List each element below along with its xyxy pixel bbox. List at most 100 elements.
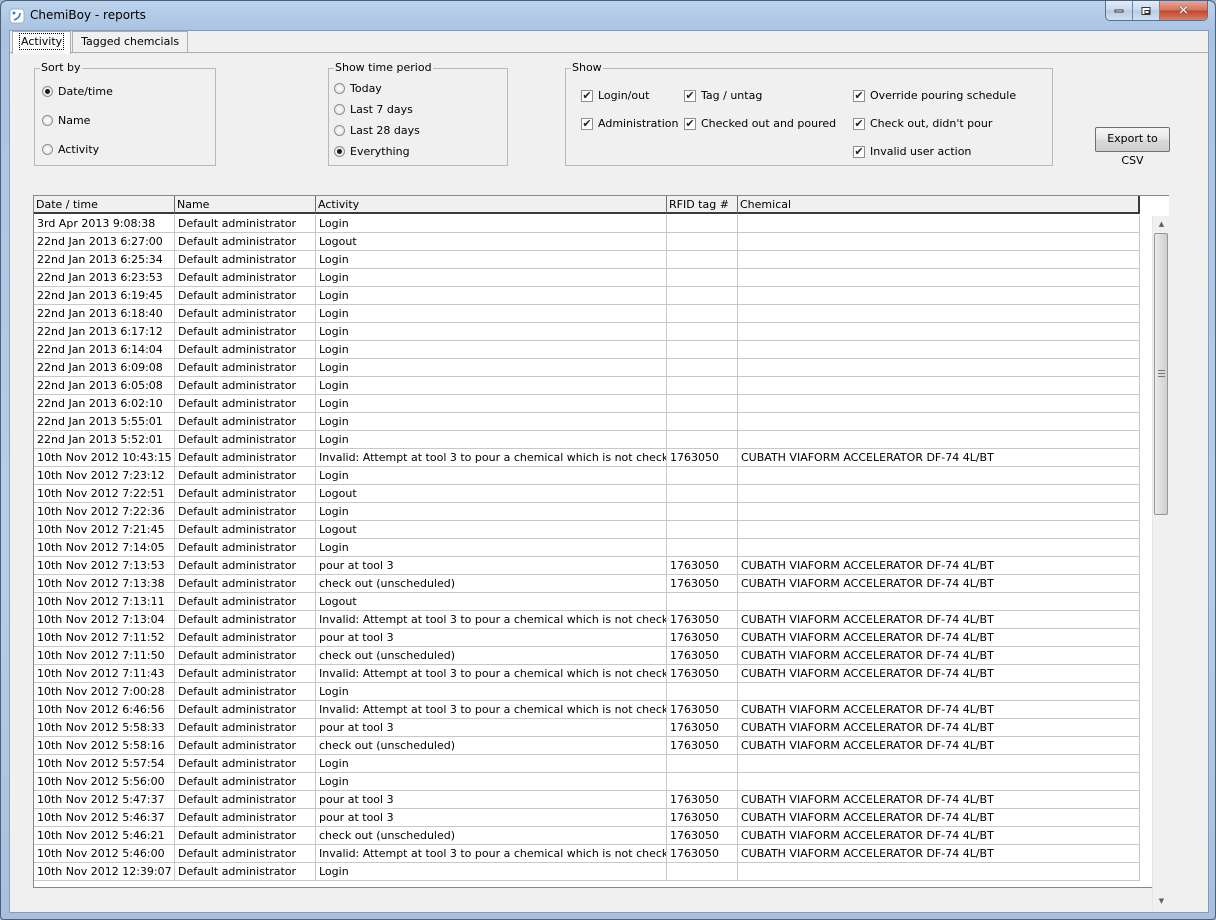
table-row[interactable]: 22nd Jan 2013 6:18:40 Default administrat… bbox=[34, 305, 1140, 323]
show-administration-checkbox[interactable]: ✔ Administration bbox=[581, 117, 679, 130]
sort-activity-radio[interactable]: Activity bbox=[42, 143, 99, 156]
table-row[interactable]: 10th Nov 2012 5:46:21 Default administrat… bbox=[34, 827, 1140, 845]
table-row[interactable]: 10th Nov 2012 7:13:38 Default administrat… bbox=[34, 575, 1140, 593]
cell-activity: check out (unscheduled) bbox=[316, 575, 667, 592]
table-row[interactable]: 10th Nov 2012 7:13:11 Default administrat… bbox=[34, 593, 1140, 611]
table-row[interactable]: 22nd Jan 2013 6:09:08 Default administrat… bbox=[34, 359, 1140, 377]
show-login-out-checkbox[interactable]: ✔ Login/out bbox=[581, 89, 649, 102]
table-row[interactable]: 10th Nov 2012 7:22:36 Default administrat… bbox=[34, 503, 1140, 521]
minimize-button[interactable] bbox=[1106, 1, 1133, 20]
table-row[interactable]: 3rd Apr 2013 9:08:38 Default administrato… bbox=[34, 215, 1140, 233]
show-invalid-action-checkbox[interactable]: ✔ Invalid user action bbox=[853, 145, 971, 158]
sort-name-radio[interactable]: Name bbox=[42, 114, 90, 127]
scroll-down-arrow-icon[interactable]: ▼ bbox=[1153, 893, 1170, 910]
table-row[interactable]: 22nd Jan 2013 6:23:53 Default administrat… bbox=[34, 269, 1140, 287]
cell-activity: Login bbox=[316, 431, 667, 448]
period-7days-label: Last 7 days bbox=[350, 103, 413, 116]
table-row[interactable]: 10th Nov 2012 7:22:51 Default administrat… bbox=[34, 485, 1140, 503]
cell-chemical bbox=[738, 539, 1138, 556]
show-checked-out-poured-checkbox[interactable]: ✔ Checked out and poured bbox=[684, 117, 836, 130]
table-row[interactable]: 22nd Jan 2013 6:17:12 Default administrat… bbox=[34, 323, 1140, 341]
maximize-button[interactable] bbox=[1133, 1, 1160, 20]
cell-datetime: 22nd Jan 2013 5:52:01 bbox=[34, 431, 175, 448]
checkbox-indicator: ✔ bbox=[684, 116, 696, 130]
cell-name: Default administrator bbox=[175, 719, 316, 736]
app-icon bbox=[9, 8, 25, 24]
period-today-radio[interactable]: Today bbox=[334, 82, 382, 95]
show-administration-label: Administration bbox=[598, 117, 679, 130]
table-row[interactable]: 10th Nov 2012 12:39:07 Default administra… bbox=[34, 863, 1140, 881]
table-row[interactable]: 10th Nov 2012 7:14:05 Default administrat… bbox=[34, 539, 1140, 557]
table-row[interactable]: 10th Nov 2012 7:11:50 Default administrat… bbox=[34, 647, 1140, 665]
show-legend: Show bbox=[571, 61, 603, 74]
cell-name: Default administrator bbox=[175, 683, 316, 700]
table-row[interactable]: 10th Nov 2012 5:46:00 Default administrat… bbox=[34, 845, 1140, 863]
cell-datetime: 22nd Jan 2013 6:09:08 bbox=[34, 359, 175, 376]
period-7days-radio[interactable]: Last 7 days bbox=[334, 103, 413, 116]
sort-activity-label: Activity bbox=[58, 143, 100, 156]
cell-rfid: 1763050 bbox=[667, 827, 738, 844]
column-header-activity[interactable]: Activity bbox=[316, 196, 667, 213]
table-row[interactable]: 10th Nov 2012 7:21:45 Default administrat… bbox=[34, 521, 1140, 539]
cell-datetime: 22nd Jan 2013 6:23:53 bbox=[34, 269, 175, 286]
close-button[interactable]: ✕ bbox=[1160, 1, 1207, 20]
table-row[interactable]: 10th Nov 2012 7:13:53 Default administrat… bbox=[34, 557, 1140, 575]
cell-chemical bbox=[738, 359, 1138, 376]
show-checkout-no-pour-checkbox[interactable]: ✔ Check out, didn't pour bbox=[853, 117, 992, 130]
table-row[interactable]: 10th Nov 2012 5:56:00 Default administrat… bbox=[34, 773, 1140, 791]
table-row[interactable]: 10th Nov 2012 5:47:37 Default administrat… bbox=[34, 791, 1140, 809]
cell-name: Default administrator bbox=[175, 863, 316, 880]
sort-datetime-radio[interactable]: Date/time bbox=[42, 85, 113, 98]
column-header-datetime[interactable]: Date / time bbox=[34, 196, 175, 213]
cell-activity: Login bbox=[316, 359, 667, 376]
tab-activity[interactable]: Activity bbox=[12, 31, 72, 54]
table-row[interactable]: 10th Nov 2012 7:23:12 Default administrat… bbox=[34, 467, 1140, 485]
table-row[interactable]: 22nd Jan 2013 6:14:04 Default administrat… bbox=[34, 341, 1140, 359]
cell-datetime: 10th Nov 2012 7:13:11 bbox=[34, 593, 175, 610]
table-row[interactable]: 22nd Jan 2013 6:27:00 Default administrat… bbox=[34, 233, 1140, 251]
grip-icon bbox=[1158, 370, 1165, 377]
table-row[interactable]: 22nd Jan 2013 5:52:01 Default administrat… bbox=[34, 431, 1140, 449]
table-row[interactable]: 22nd Jan 2013 6:02:10 Default administrat… bbox=[34, 395, 1140, 413]
scroll-thumb[interactable] bbox=[1154, 233, 1168, 515]
column-header-chemical[interactable]: Chemical bbox=[738, 196, 1138, 213]
table-row[interactable]: 22nd Jan 2013 6:25:34 Default administrat… bbox=[34, 251, 1140, 269]
cell-rfid bbox=[667, 485, 738, 502]
table-row[interactable]: 10th Nov 2012 6:46:56 Default administrat… bbox=[34, 701, 1140, 719]
table-vertical-scrollbar[interactable]: ▲ ▼ bbox=[1152, 216, 1169, 910]
cell-chemical bbox=[738, 467, 1138, 484]
column-header-name[interactable]: Name bbox=[175, 196, 316, 213]
table-row[interactable]: 22nd Jan 2013 6:19:45 Default administrat… bbox=[34, 287, 1140, 305]
period-28days-radio[interactable]: Last 28 days bbox=[334, 124, 420, 137]
table-row[interactable]: 10th Nov 2012 7:13:04 Default administrat… bbox=[34, 611, 1140, 629]
table-row[interactable]: 22nd Jan 2013 6:05:08 Default administrat… bbox=[34, 377, 1140, 395]
tab-tagged-chemicals[interactable]: Tagged chemcials bbox=[72, 31, 189, 52]
show-filter-group: Show ✔ Login/out ✔ Administration ✔ Tag … bbox=[565, 61, 1053, 166]
activity-table[interactable]: Date / time Name Activity RFID tag # Che… bbox=[33, 195, 1169, 888]
cell-name: Default administrator bbox=[175, 791, 316, 808]
cell-chemical bbox=[738, 287, 1138, 304]
cell-chemical bbox=[738, 413, 1138, 430]
table-row[interactable]: 10th Nov 2012 7:00:28 Default administrat… bbox=[34, 683, 1140, 701]
show-tag-untag-checkbox[interactable]: ✔ Tag / untag bbox=[684, 89, 762, 102]
title-bar[interactable]: ChemiBoy - reports ✕ bbox=[1, 1, 1215, 31]
cell-datetime: 22nd Jan 2013 6:02:10 bbox=[34, 395, 175, 412]
table-row[interactable]: 10th Nov 2012 5:58:16 Default administrat… bbox=[34, 737, 1140, 755]
table-row[interactable]: 10th Nov 2012 5:46:37 Default administrat… bbox=[34, 809, 1140, 827]
table-row[interactable]: 10th Nov 2012 5:57:54 Default administrat… bbox=[34, 755, 1140, 773]
cell-datetime: 3rd Apr 2013 9:08:38 bbox=[34, 215, 175, 232]
cell-datetime: 10th Nov 2012 7:21:45 bbox=[34, 521, 175, 538]
cell-datetime: 10th Nov 2012 10:43:15 bbox=[34, 449, 175, 466]
table-row[interactable]: 10th Nov 2012 7:11:52 Default administrat… bbox=[34, 629, 1140, 647]
table-row[interactable]: 22nd Jan 2013 5:55:01 Default administrat… bbox=[34, 413, 1140, 431]
table-row[interactable]: 10th Nov 2012 7:11:43 Default administrat… bbox=[34, 665, 1140, 683]
export-csv-button[interactable]: Export to CSV bbox=[1095, 127, 1170, 167]
scroll-up-arrow-icon[interactable]: ▲ bbox=[1153, 216, 1170, 233]
cell-datetime: 10th Nov 2012 7:14:05 bbox=[34, 539, 175, 556]
cell-rfid bbox=[667, 683, 738, 700]
table-row[interactable]: 10th Nov 2012 10:43:15 Default administra… bbox=[34, 449, 1140, 467]
show-override-schedule-checkbox[interactable]: ✔ Override pouring schedule bbox=[853, 89, 1016, 102]
column-header-rfid[interactable]: RFID tag # bbox=[667, 196, 738, 213]
period-everything-radio[interactable]: Everything bbox=[334, 145, 410, 158]
table-row[interactable]: 10th Nov 2012 5:58:33 Default administrat… bbox=[34, 719, 1140, 737]
